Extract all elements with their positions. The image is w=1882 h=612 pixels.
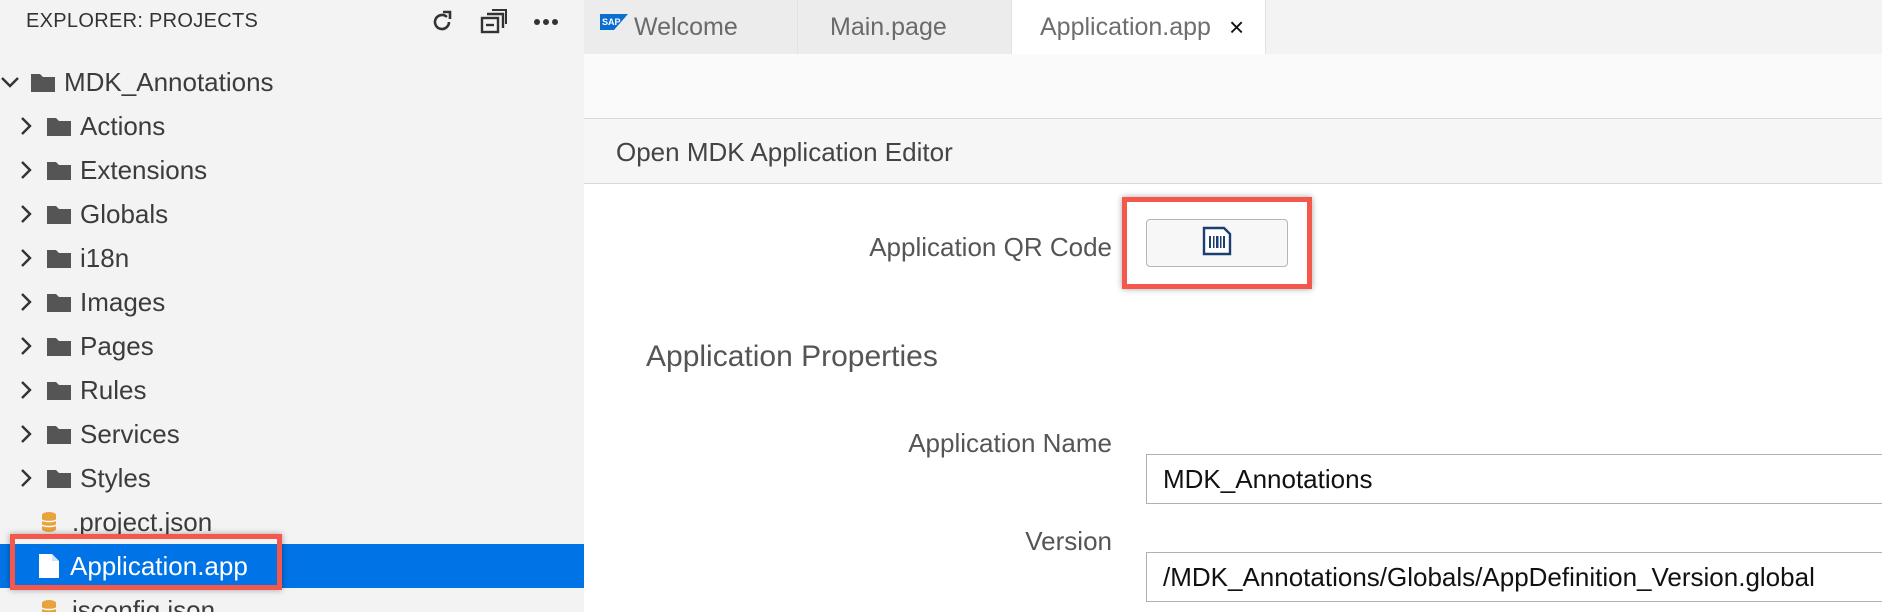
tree-folder-pages[interactable]: Pages: [0, 324, 584, 368]
tab-label: Welcome: [634, 12, 738, 41]
refresh-icon[interactable]: [428, 8, 456, 36]
file-icon: [38, 553, 60, 579]
more-actions-icon[interactable]: [532, 8, 560, 36]
folder-label: Extensions: [80, 154, 208, 185]
tree-folder-actions[interactable]: Actions: [0, 104, 584, 148]
version-field[interactable]: /MDK_Annotations/Globals/AppDefinition_V…: [1146, 552, 1882, 602]
chevron-right-icon: [16, 424, 36, 444]
svg-text:SAP: SAP: [602, 17, 621, 27]
chevron-right-icon: [16, 380, 36, 400]
folder-icon: [30, 71, 56, 93]
qr-code-label: Application QR Code: [869, 232, 1112, 262]
tree-folder-extensions[interactable]: Extensions: [0, 148, 584, 192]
tab-application-app[interactable]: Application.app ×: [1012, 0, 1266, 54]
folder-icon: [46, 291, 72, 313]
database-icon: [40, 511, 58, 533]
chevron-right-icon: [16, 336, 36, 356]
folder-icon: [46, 467, 72, 489]
file-label: Application.app: [70, 550, 248, 581]
folder-label: Actions: [80, 110, 166, 141]
tab-label: Application.app: [1040, 12, 1211, 41]
tab-welcome[interactable]: SAP Welcome: [584, 0, 798, 54]
chevron-right-icon: [16, 292, 36, 312]
folder-icon: [46, 335, 72, 357]
version-label: Version: [1025, 526, 1112, 556]
explorer-actions: [428, 6, 560, 38]
chevron-right-icon: [16, 468, 36, 488]
chevron-down-icon: [0, 72, 20, 92]
folder-label: Globals: [80, 198, 169, 229]
chevron-right-icon: [16, 204, 36, 224]
editor-header-bar: Open MDK Application Editor: [584, 119, 1882, 184]
folder-label: Images: [80, 286, 166, 317]
close-icon[interactable]: ×: [1229, 12, 1244, 43]
chevron-right-icon: [16, 160, 36, 180]
application-editor: Open MDK Application Editor Application …: [584, 54, 1882, 612]
folder-label: Rules: [80, 374, 147, 405]
tree-file-project-json[interactable]: .project.json: [0, 500, 584, 544]
folder-icon: [46, 159, 72, 181]
folder-icon: [46, 115, 72, 137]
folder-label: Services: [80, 418, 180, 449]
explorer-header: EXPLORER: PROJECTS: [0, 0, 584, 44]
app-name-label: Application Name: [908, 428, 1112, 458]
properties-title: Application Properties: [646, 340, 938, 373]
folder-label: i18n: [80, 242, 130, 273]
tree-file-jsconfig-json[interactable]: jsconfig.json: [0, 588, 584, 612]
app-name-field[interactable]: MDK_Annotations: [1146, 454, 1882, 504]
editor-toolbar: [584, 54, 1882, 119]
tree-root-mdk-annotations[interactable]: MDK_Annotations: [0, 60, 584, 104]
folder-icon: [46, 379, 72, 401]
folder-label: Pages: [80, 330, 154, 361]
file-label: jsconfig.json: [72, 594, 216, 612]
file-label: .project.json: [72, 506, 213, 537]
qr-code-button[interactable]: [1146, 219, 1288, 267]
database-icon: [40, 599, 58, 612]
collapse-all-icon[interactable]: [480, 8, 508, 36]
tree-folder-services[interactable]: Services: [0, 412, 584, 456]
tree-folder-images[interactable]: Images: [0, 280, 584, 324]
sap-logo-icon: SAP: [600, 8, 628, 37]
explorer-title: EXPLORER: PROJECTS: [26, 10, 259, 32]
barcode-icon: [1202, 226, 1232, 261]
tree-folder-globals[interactable]: Globals: [0, 192, 584, 236]
tree-root-label: MDK_Annotations: [64, 66, 274, 97]
project-tree: MDK_Annotations Actions Extensions Globals…: [0, 60, 584, 612]
folder-icon: [46, 247, 72, 269]
folder-icon: [46, 203, 72, 225]
editor-tabs: SAP Welcome Main.page Application.app ×: [584, 0, 1882, 54]
tree-file-application-app[interactable]: Application.app: [0, 544, 584, 588]
chevron-right-icon: [16, 116, 36, 136]
tree-folder-styles[interactable]: Styles: [0, 456, 584, 500]
tab-main-page[interactable]: Main.page: [798, 0, 1012, 54]
folder-label: Styles: [80, 462, 151, 493]
tab-label: Main.page: [830, 12, 947, 41]
explorer-sidebar: EXPLORER: PROJECTS MDK_Annotations Actio…: [0, 0, 584, 612]
editor-header: Open MDK Application Editor: [616, 137, 953, 167]
tree-folder-i18n[interactable]: i18n: [0, 236, 584, 280]
chevron-right-icon: [16, 248, 36, 268]
tree-folder-rules[interactable]: Rules: [0, 368, 584, 412]
folder-icon: [46, 423, 72, 445]
